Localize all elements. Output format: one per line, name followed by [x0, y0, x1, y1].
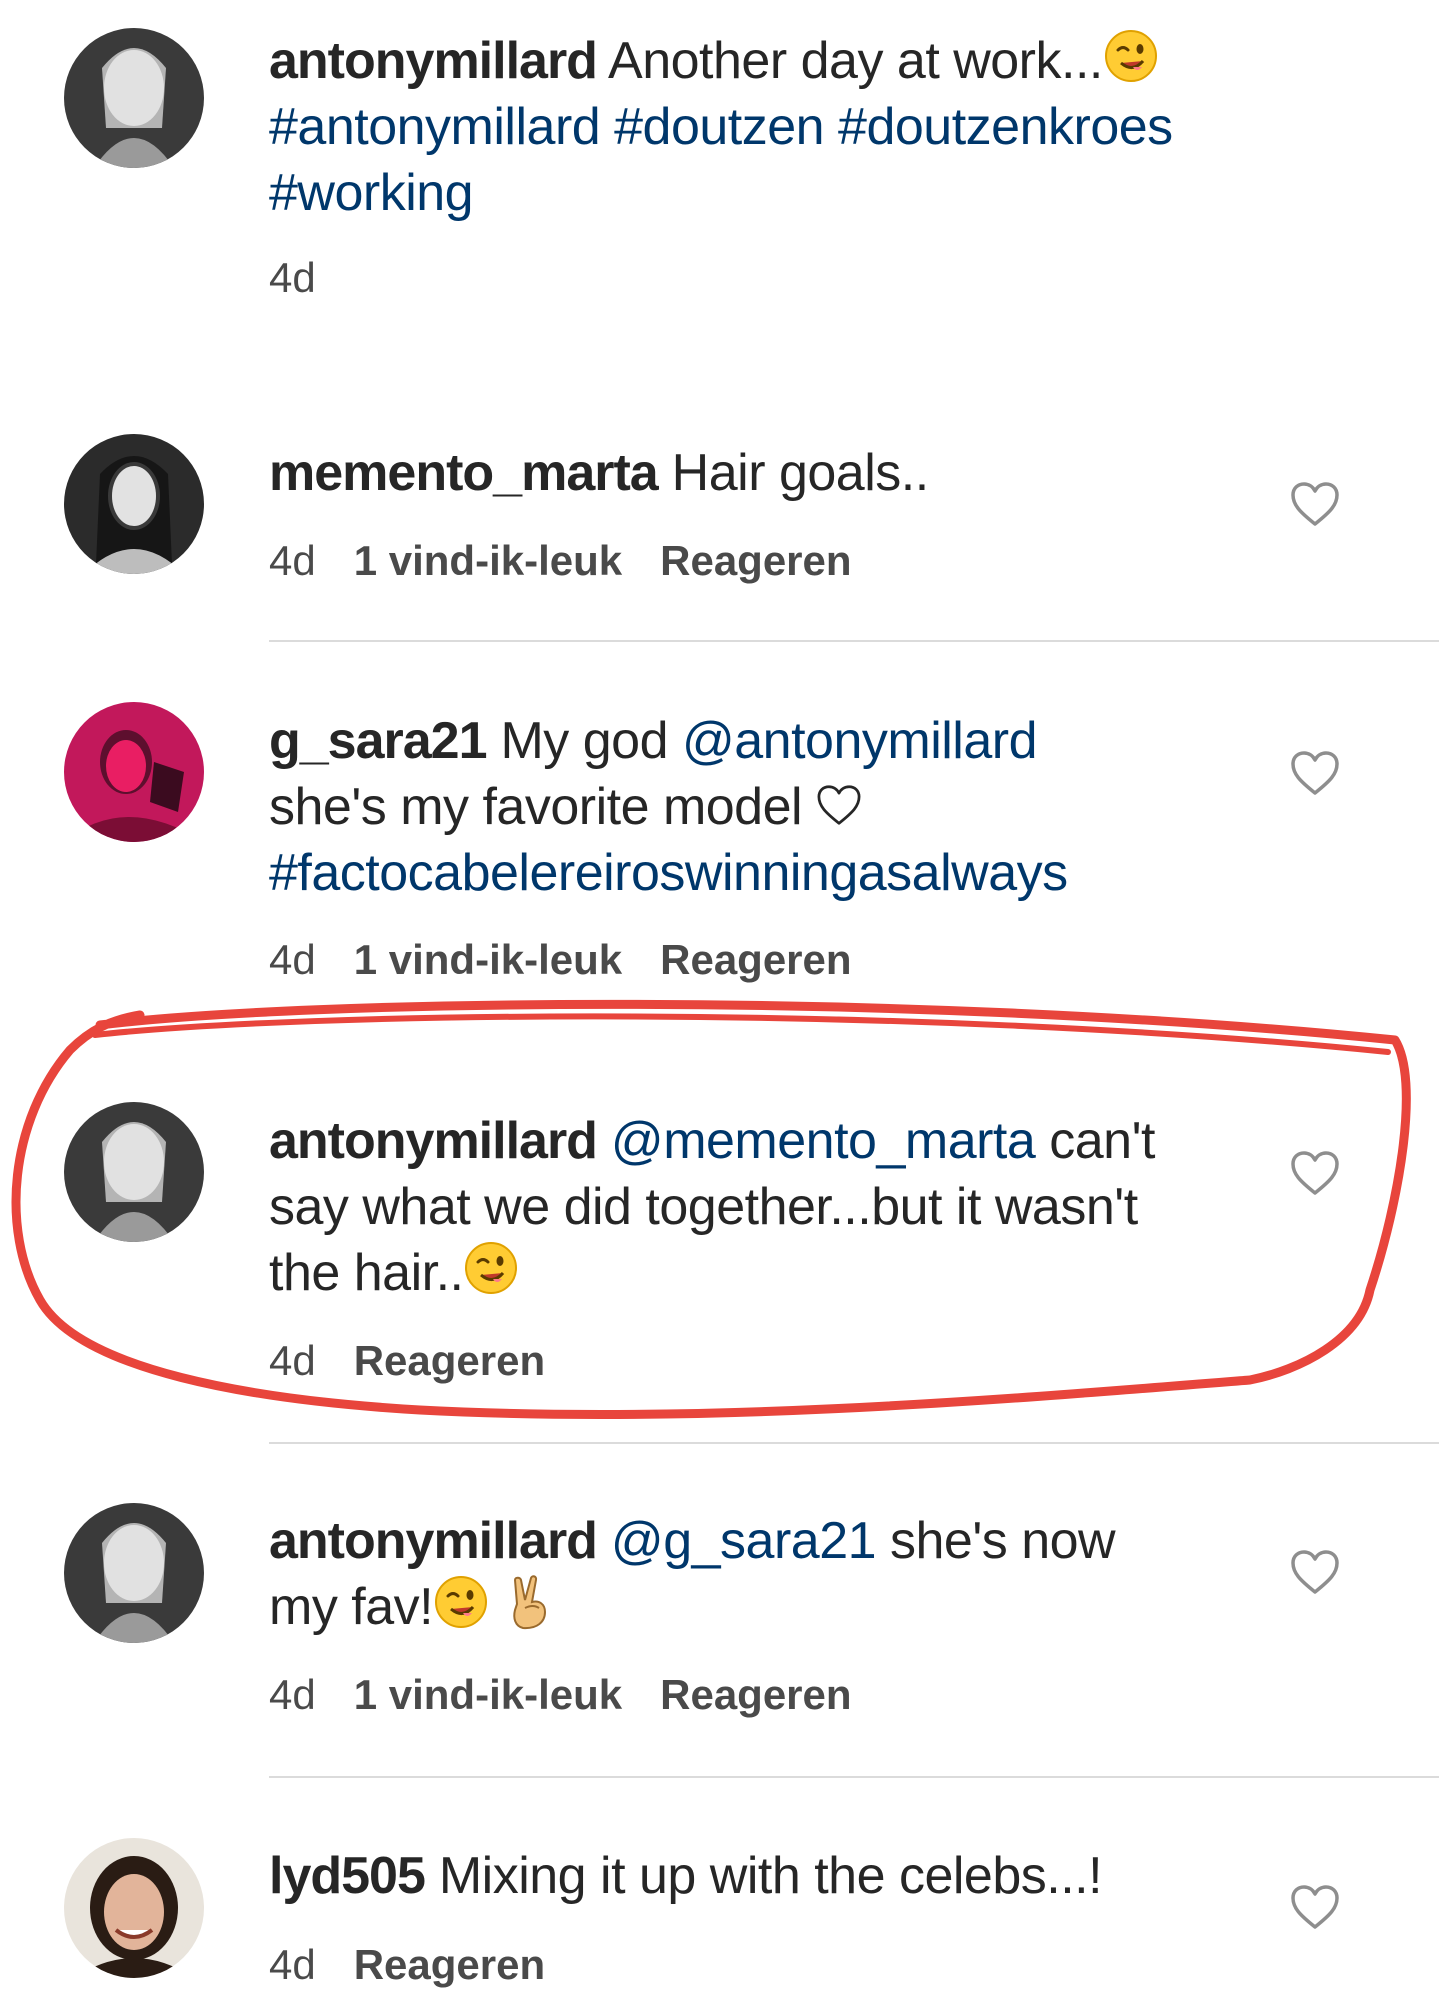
avatar[interactable] — [64, 702, 204, 842]
comment-text: can't — [1049, 1112, 1155, 1170]
hashtag[interactable]: #factocabelereiroswinningasalways — [269, 844, 1068, 902]
mention-link[interactable]: @antonymillard — [682, 712, 1038, 770]
heart-emoji-icon — [816, 784, 862, 826]
comment-body: antonymillard @memento_marta can't say w… — [269, 1108, 1269, 1306]
likes-count[interactable]: 1 vind-ik-leuk — [354, 537, 622, 584]
comment-meta: 4d Reageren — [269, 1336, 583, 1386]
reply-button[interactable]: Reageren — [354, 1941, 545, 1988]
like-heart-icon[interactable] — [1290, 750, 1340, 796]
comment-text: say what we did together...but it wasn't — [269, 1178, 1138, 1236]
username[interactable]: memento_marta — [269, 444, 659, 502]
comment-body: antonymillard Another day at work... #an… — [269, 28, 1269, 226]
comment-text: the hair.. — [269, 1244, 464, 1302]
like-heart-icon[interactable] — [1290, 481, 1340, 527]
timestamp: 4d — [269, 1941, 316, 1988]
comment-meta: 4d — [269, 253, 354, 303]
like-heart-icon[interactable] — [1290, 1150, 1340, 1196]
timestamp: 4d — [269, 1337, 316, 1384]
avatar[interactable] — [64, 434, 204, 574]
reply-button[interactable]: Reageren — [660, 537, 851, 584]
comment-text: she's now — [889, 1512, 1116, 1570]
reply-button[interactable]: Reageren — [660, 936, 851, 983]
timestamp: 4d — [269, 254, 316, 301]
timestamp: 4d — [269, 1671, 316, 1718]
likes-count[interactable]: 1 vind-ik-leuk — [354, 1671, 622, 1718]
username[interactable]: antonymillard — [269, 1112, 598, 1170]
hashtags[interactable]: #antonymillard #doutzen #doutzenkroes — [269, 98, 1173, 156]
reply-button[interactable]: Reageren — [354, 1337, 545, 1384]
comment-text: Another day at work... — [608, 32, 1103, 90]
username[interactable]: antonymillard — [269, 1512, 598, 1570]
comment-text: she's my favorite model — [269, 778, 803, 836]
mention-link[interactable]: @g_sara21 — [611, 1512, 877, 1570]
comment-body: memento_marta Hair goals.. — [269, 440, 1269, 506]
avatar[interactable] — [64, 1838, 204, 1978]
comment-body: antonymillard @g_sara21 she's now my fav… — [269, 1508, 1269, 1640]
avatar[interactable] — [64, 28, 204, 168]
username[interactable]: antonymillard — [269, 32, 598, 90]
divider — [269, 1776, 1439, 1778]
hashtag[interactable]: #working — [269, 164, 474, 222]
username[interactable]: lyd505 — [269, 1847, 426, 1905]
timestamp: 4d — [269, 537, 316, 584]
comment-text: Mixing it up with the celebs...! — [438, 1847, 1103, 1905]
wink-emoji-icon — [1103, 28, 1159, 84]
username[interactable]: g_sara21 — [269, 712, 488, 770]
comment-text: My god — [500, 712, 669, 770]
avatar[interactable] — [64, 1102, 204, 1242]
like-heart-icon[interactable] — [1290, 1884, 1340, 1930]
mention-link[interactable]: @memento_marta — [611, 1112, 1036, 1170]
comment-meta: 4d Reageren — [269, 1940, 583, 1990]
divider — [269, 640, 1439, 642]
comment-text: Hair goals.. — [671, 444, 930, 502]
comment-meta: 4d 1 vind-ik-leuk Reageren — [269, 935, 890, 985]
comment-meta: 4d 1 vind-ik-leuk Reageren — [269, 1670, 890, 1720]
victory-hand-emoji-icon — [503, 1574, 559, 1630]
comment-body: g_sara21 My god @antonymillard she's my … — [269, 708, 1269, 906]
like-heart-icon[interactable] — [1290, 1549, 1340, 1595]
avatar[interactable] — [64, 1503, 204, 1643]
wink-emoji-icon — [463, 1240, 519, 1296]
comment-meta: 4d 1 vind-ik-leuk Reageren — [269, 536, 890, 586]
comment-text: my fav! — [269, 1578, 434, 1636]
comment-body: lyd505 Mixing it up with the celebs...! — [269, 1843, 1269, 1909]
timestamp: 4d — [269, 936, 316, 983]
divider — [269, 1442, 1439, 1444]
likes-count[interactable]: 1 vind-ik-leuk — [354, 936, 622, 983]
reply-button[interactable]: Reageren — [660, 1671, 851, 1718]
wink-emoji-icon — [433, 1574, 489, 1630]
